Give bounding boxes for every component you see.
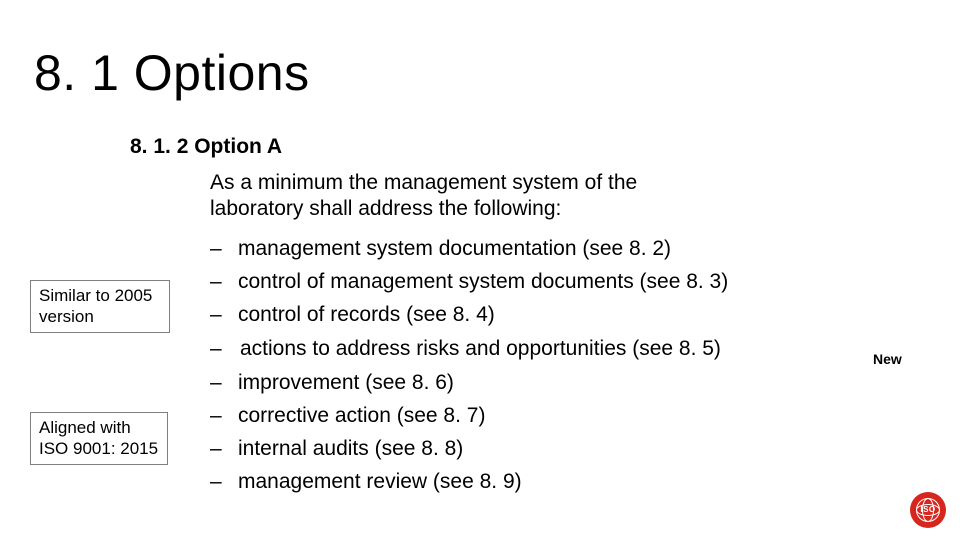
slide-title: 8. 1 Options: [34, 44, 310, 102]
list-item-label: control of management system documents (…: [238, 270, 728, 294]
list-item-label: corrective action (see 8. 7): [238, 404, 485, 428]
list-item: – actions to address risks and opportuni…: [210, 336, 728, 362]
list-item: – control of management system documents…: [210, 270, 728, 294]
dash-icon: –: [210, 337, 238, 361]
logo-text: ISO: [910, 505, 946, 514]
list-item-label: management review (see 8. 9): [238, 470, 522, 494]
dash-icon: –: [210, 237, 238, 261]
list-item-label: control of records (see 8. 4): [238, 303, 495, 327]
highlighted-item: actions to address risks and opportuniti…: [238, 336, 725, 362]
dash-icon: –: [210, 470, 238, 494]
side-note-bottom: Aligned with ISO 9001: 2015: [30, 412, 168, 465]
list-item-label: actions to address risks and opportuniti…: [240, 337, 721, 360]
iso-logo: ISO: [910, 492, 946, 528]
list-item: – management review (see 8. 9): [210, 470, 728, 494]
dash-icon: –: [210, 303, 238, 327]
list-item: – management system documentation (see 8…: [210, 237, 728, 261]
list-item: – corrective action (see 8. 7): [210, 404, 728, 428]
list-item: – internal audits (see 8. 8): [210, 437, 728, 461]
side-note-top: Similar to 2005 version: [30, 280, 170, 333]
dash-icon: –: [210, 270, 238, 294]
list-item: – improvement (see 8. 6): [210, 371, 728, 395]
requirements-list: – management system documentation (see 8…: [210, 237, 728, 503]
list-item: – control of records (see 8. 4): [210, 303, 728, 327]
subheading: 8. 1. 2 Option A: [130, 135, 282, 159]
list-item-label: improvement (see 8. 6): [238, 371, 454, 395]
dash-icon: –: [210, 404, 238, 428]
dash-icon: –: [210, 437, 238, 461]
new-badge: New: [873, 351, 902, 367]
list-item-label: management system documentation (see 8. …: [238, 237, 671, 261]
intro-text: As a minimum the management system of th…: [210, 170, 720, 223]
list-item-label: internal audits (see 8. 8): [238, 437, 463, 461]
dash-icon: –: [210, 371, 238, 395]
